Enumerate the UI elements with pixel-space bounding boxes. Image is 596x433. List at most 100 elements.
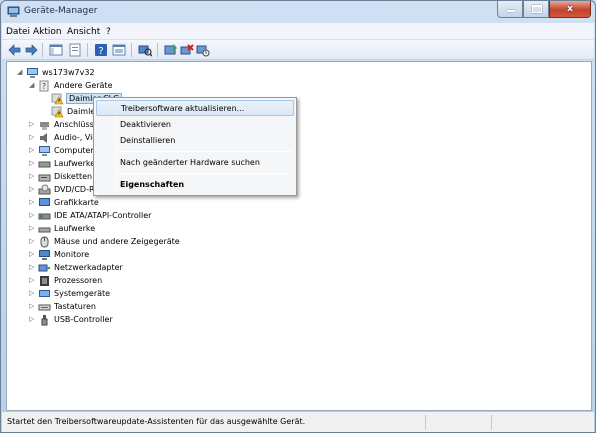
context-menu: Treibersoftware aktualisieren... Deaktiv… — [93, 97, 297, 196]
tree-category-label: Prozessoren — [54, 276, 103, 285]
context-menu-disable[interactable]: Deaktivieren — [96, 117, 294, 133]
title-bar[interactable]: Geräte-Manager x — [1, 1, 595, 23]
expand-arrow-icon[interactable]: ▷ — [29, 173, 36, 180]
tree-category-label: Mäuse und andere Zeigegeräte — [54, 237, 180, 246]
context-menu-item-label: Deaktivieren — [120, 120, 171, 129]
expand-arrow-icon[interactable]: ▷ — [29, 212, 36, 219]
expand-arrow-icon[interactable]: ▷ — [29, 303, 36, 310]
toolbar-separator — [131, 43, 132, 57]
keyboard-icon — [38, 304, 51, 311]
status-bar-divider — [491, 415, 492, 430]
dvd-drive-icon — [38, 184, 51, 195]
device-manager-icon — [7, 6, 20, 17]
warning-device-icon — [51, 93, 64, 105]
maximize-icon — [532, 5, 542, 13]
context-menu-item-label: Treibersoftware aktualisieren... — [121, 104, 245, 113]
tree-category-label: Netzwerkadapter — [54, 263, 123, 272]
menu-datei[interactable]: Datei — [6, 27, 30, 37]
network-adapter-icon — [38, 264, 50, 272]
expand-arrow-icon[interactable]: ▷ — [29, 199, 36, 206]
close-icon: x — [567, 4, 573, 14]
tree-category-label: Monitore — [54, 250, 90, 259]
computer-icon — [27, 68, 38, 78]
collapse-arrow-icon[interactable]: ◢ — [17, 69, 24, 76]
expand-arrow-icon[interactable]: ▷ — [29, 264, 36, 271]
tree-category-label: Computer — [54, 146, 94, 155]
properties-sheet-icon[interactable] — [68, 43, 82, 57]
tree-category-label: USB-Controller — [54, 315, 113, 324]
forward-icon[interactable] — [24, 43, 38, 57]
scan-hardware-icon[interactable] — [138, 43, 152, 57]
tree-category-label: Disketten — [54, 172, 93, 181]
system-device-icon — [39, 290, 50, 297]
back-icon[interactable] — [8, 43, 22, 57]
toolbar-separator — [87, 43, 88, 57]
computer-icon — [39, 146, 50, 156]
context-menu-item-label: Deinstallieren — [120, 136, 176, 145]
svg-text:?: ? — [42, 82, 46, 91]
drive-icon — [38, 227, 51, 233]
context-menu-separator — [118, 151, 292, 152]
menu-help[interactable]: ? — [106, 27, 111, 37]
tree-root-label: ws173w7v32 — [42, 68, 95, 77]
status-text: Startet den Treibersoftwareupdate-Assist… — [7, 417, 306, 426]
context-menu-update-driver[interactable]: Treibersoftware aktualisieren... — [96, 100, 294, 116]
display-adapter-icon — [39, 198, 50, 206]
window-title: Geräte-Manager — [24, 6, 98, 16]
expand-arrow-icon[interactable]: ▷ — [29, 160, 36, 167]
tree-category-label: Systemgeräte — [54, 289, 111, 298]
expand-arrow-icon[interactable]: ▷ — [29, 121, 36, 128]
status-bar-divider — [425, 415, 426, 430]
expand-arrow-icon[interactable]: ▷ — [29, 238, 36, 245]
expand-arrow-icon[interactable]: ▷ — [29, 277, 36, 284]
disable-device-icon[interactable] — [196, 43, 210, 57]
unknown-device-icon: ? — [39, 80, 49, 92]
toolbar-separator — [42, 43, 43, 57]
status-bar: Startet den Treibersoftwareupdate-Assist… — [2, 411, 594, 432]
tree-category-label: Laufwerke — [54, 159, 96, 168]
menu-ansicht[interactable]: Ansicht — [67, 27, 100, 37]
context-menu-properties[interactable]: Eigenschaften — [96, 177, 294, 193]
warning-device-icon — [51, 106, 64, 118]
mouse-icon — [40, 236, 49, 248]
tree-category-label: IDE ATA/ATAPI-Controller — [54, 211, 152, 220]
update-driver-icon[interactable] — [164, 43, 178, 57]
tree-category-label: Tastaturen — [54, 302, 96, 311]
processor-icon — [40, 276, 49, 286]
expand-arrow-icon[interactable]: ▷ — [29, 147, 36, 154]
port-icon — [40, 122, 49, 130]
expand-arrow-icon[interactable]: ▷ — [29, 225, 36, 232]
usb-icon — [41, 315, 48, 326]
speaker-icon — [40, 133, 47, 143]
expand-arrow-icon[interactable]: ▷ — [29, 186, 36, 193]
device-manager-window: Geräte-Manager x Datei Aktion Ansicht ? … — [0, 0, 596, 433]
ide-controller-icon — [38, 213, 51, 220]
context-menu-uninstall[interactable]: Deinstallieren — [96, 133, 294, 149]
menu-bar: Datei Aktion Ansicht ? — [2, 23, 594, 40]
show-hide-console-tree-icon[interactable] — [49, 43, 63, 57]
tree-category-label: Grafikkarte — [54, 198, 99, 207]
view-icon[interactable] — [112, 43, 126, 57]
maximize-button[interactable] — [523, 1, 549, 18]
context-menu-separator — [118, 173, 292, 174]
tree-category-label: Andere Geräte — [54, 81, 113, 90]
monitor-icon — [39, 250, 50, 260]
expand-arrow-icon[interactable]: ▷ — [29, 251, 36, 258]
help-icon[interactable]: ? — [94, 43, 108, 57]
toolbar-separator — [157, 43, 158, 57]
expand-arrow-icon[interactable]: ▷ — [29, 316, 36, 323]
context-menu-scan-hardware[interactable]: Nach geänderter Hardware suchen — [96, 155, 294, 171]
minimize-button[interactable] — [497, 1, 523, 18]
floppy-drive-icon — [38, 174, 51, 182]
collapse-arrow-icon[interactable]: ◢ — [29, 82, 36, 89]
context-menu-item-label: Eigenschaften — [120, 180, 185, 189]
uninstall-icon[interactable] — [180, 43, 194, 57]
close-button[interactable]: x — [549, 1, 591, 18]
menu-aktion[interactable]: Aktion — [33, 27, 62, 37]
expand-arrow-icon[interactable]: ▷ — [29, 290, 36, 297]
minimize-icon — [507, 10, 515, 12]
expand-arrow-icon[interactable]: ▷ — [29, 134, 36, 141]
tree-category-label: Laufwerke — [54, 224, 96, 233]
svg-text:?: ? — [98, 46, 103, 57]
context-menu-item-label: Nach geänderter Hardware suchen — [120, 158, 260, 167]
